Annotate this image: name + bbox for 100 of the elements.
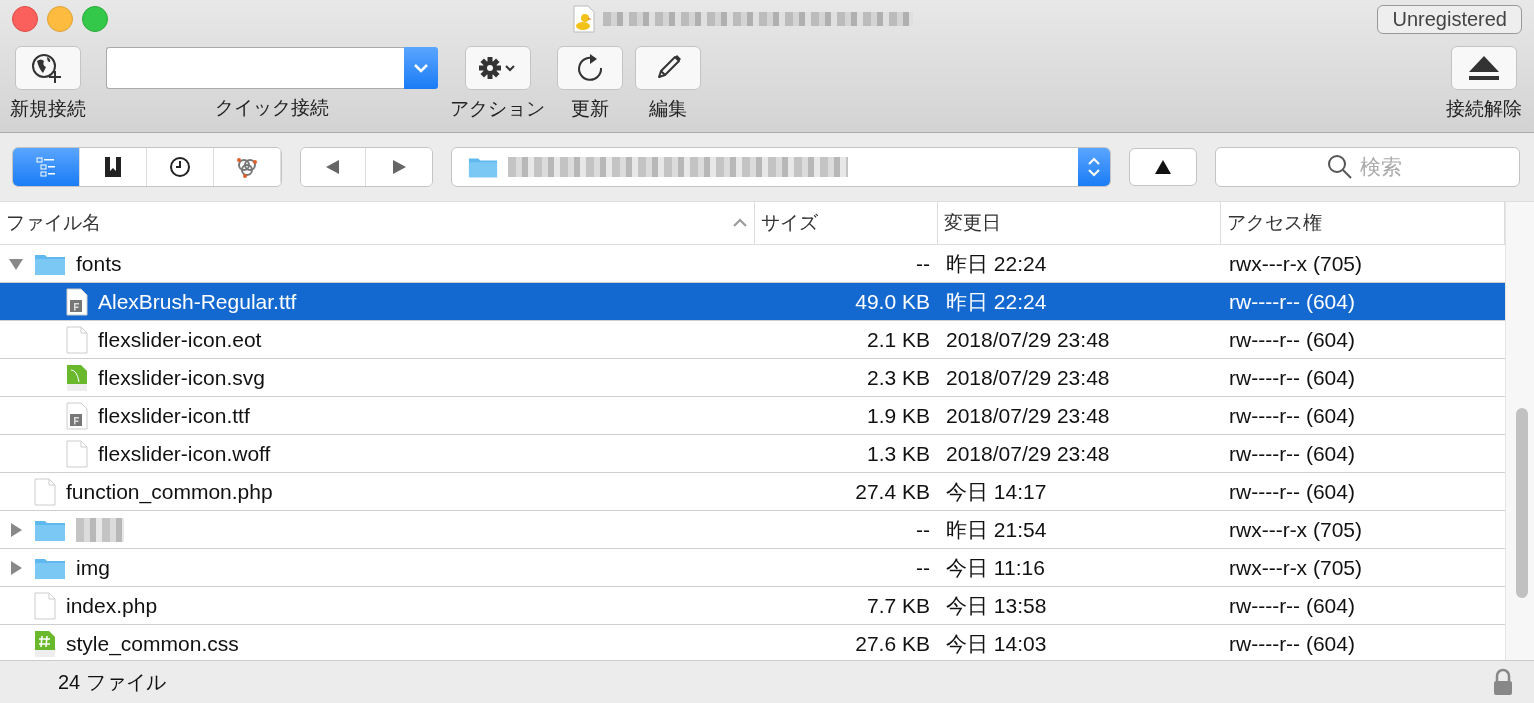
- file-row[interactable]: flexslider-icon.eot 2.1 KB 2018/07/29 23:48 rw----r-- (604): [0, 321, 1505, 359]
- permissions: rw----r-- (604): [1229, 479, 1355, 504]
- disconnect-button[interactable]: [1451, 46, 1517, 90]
- file-icon: [34, 591, 56, 620]
- file-row[interactable]: img -- 今日 11:16 rwx---r-x (705): [0, 549, 1505, 587]
- file-size: --: [916, 517, 930, 542]
- sort-ascending-icon: [732, 218, 748, 228]
- column-header[interactable]: ファイル名: [6, 210, 732, 236]
- file-name: AlexBrush-Regular.ttf: [98, 289, 297, 314]
- forward-arrow-icon: [390, 159, 407, 175]
- toolbar-label: 編集: [649, 97, 687, 121]
- refresh-icon: [575, 53, 605, 83]
- toolbar-label: 新規接続: [10, 97, 86, 121]
- lock-icon: [1492, 668, 1514, 696]
- file-size: 1.9 KB: [866, 403, 930, 428]
- unregistered-badge[interactable]: Unregistered: [1377, 4, 1522, 34]
- column-header[interactable]: 変更日: [944, 210, 1214, 236]
- modified-date: 昨日 22:24: [946, 288, 1047, 315]
- vector-file-icon: [66, 363, 88, 392]
- file-row[interactable]: function_common.php 27.4 KB 今日 14:17 rw----r-- (604): [0, 473, 1505, 511]
- permissions: rw----r-- (604): [1229, 631, 1355, 656]
- modified-date: 2018/07/29 23:48: [946, 403, 1110, 428]
- file-row[interactable]: index.php 7.7 KB 今日 13:58 rw----r-- (604): [0, 587, 1505, 625]
- permissions: rwx---r-x (705): [1229, 251, 1362, 276]
- toolbar-label: 接続解除: [1446, 97, 1522, 121]
- zoom-button[interactable]: [82, 6, 108, 32]
- permissions: rw----r-- (604): [1229, 289, 1355, 314]
- parent-folder-button[interactable]: [1129, 148, 1197, 186]
- history-icon: [169, 156, 192, 178]
- chevron-down-icon: [413, 63, 429, 73]
- modified-date: 昨日 21:54: [946, 516, 1047, 543]
- toolbar-label: 更新: [571, 97, 609, 121]
- quick-connect-dropdown-button[interactable]: [404, 47, 438, 89]
- gear-icon: [477, 56, 518, 80]
- permissions: rw----r-- (604): [1229, 593, 1355, 618]
- modified-date: 今日 11:16: [946, 554, 1045, 581]
- font-file-icon: [66, 401, 88, 430]
- file-name: flexslider-icon.svg: [98, 365, 265, 390]
- disclosure-triangle-icon[interactable]: [8, 521, 24, 538]
- back-button[interactable]: [301, 148, 367, 186]
- file-name: index.php: [66, 593, 158, 618]
- toolbar-label: アクション: [450, 97, 545, 121]
- file-icon: [34, 477, 56, 506]
- scrollbar-thumb[interactable]: [1516, 408, 1528, 598]
- close-button[interactable]: [12, 6, 38, 32]
- file-size: 2.3 KB: [866, 365, 930, 390]
- file-size: 27.4 KB: [855, 479, 930, 504]
- up-down-chevron-icon: [1086, 155, 1102, 179]
- file-name: flexslider-icon.ttf: [98, 403, 250, 428]
- file-name: img: [76, 555, 110, 580]
- modified-date: 2018/07/29 23:48: [946, 365, 1110, 390]
- file-row[interactable]: flexslider-icon.ttf 1.9 KB 2018/07/29 23:48 rw----r-- (604): [0, 397, 1505, 435]
- permissions: rw----r-- (604): [1229, 441, 1355, 466]
- file-name: fonts: [76, 251, 122, 276]
- eject-icon: [1467, 54, 1501, 82]
- toolbar-button[interactable]: [557, 46, 623, 90]
- redacted-name: [76, 517, 124, 542]
- permissions: rw----r-- (604): [1229, 327, 1355, 352]
- modified-date: 2018/07/29 23:48: [946, 327, 1110, 352]
- column-header[interactable]: アクセス権: [1227, 210, 1498, 236]
- file-size: --: [916, 555, 930, 580]
- file-row[interactable]: -- 昨日 21:54 rwx---r-x (705): [0, 511, 1505, 549]
- search-field[interactable]: 検索: [1215, 147, 1520, 187]
- bonjour-icon: [236, 156, 259, 178]
- modified-date: 昨日 22:24: [946, 250, 1047, 277]
- file-size: 2.1 KB: [866, 327, 930, 352]
- file-row[interactable]: AlexBrush-Regular.ttf 49.0 KB 昨日 22:24 rw----r-- (604): [0, 283, 1505, 321]
- permissions: rw----r-- (604): [1229, 403, 1355, 428]
- duck-document-icon: [572, 5, 595, 33]
- file-count: 24 ファイル: [58, 669, 166, 695]
- modified-date: 今日 14:03: [946, 630, 1047, 657]
- quick-connect-field[interactable]: [106, 47, 404, 89]
- file-size: 27.6 KB: [855, 631, 930, 656]
- file-icon: [66, 325, 88, 354]
- toolbar-button[interactable]: [464, 46, 531, 90]
- file-icon: [66, 439, 88, 468]
- disclosure-triangle-icon[interactable]: [8, 559, 24, 576]
- up-triangle-icon: [1154, 159, 1172, 175]
- modified-date: 今日 14:17: [946, 478, 1047, 505]
- permissions: rwx---r-x (705): [1229, 555, 1362, 580]
- file-size: 49.0 KB: [855, 289, 930, 314]
- modified-date: 2018/07/29 23:48: [946, 441, 1110, 466]
- modified-date: 今日 13:58: [946, 592, 1047, 619]
- file-name: style_common.css: [66, 631, 239, 656]
- column-header[interactable]: サイズ: [761, 210, 931, 236]
- file-name: flexslider-icon.woff: [98, 441, 271, 466]
- toolbar-button[interactable]: [15, 46, 81, 90]
- font-file-icon: [66, 287, 88, 316]
- permissions: rw----r-- (604): [1229, 365, 1355, 390]
- file-row[interactable]: flexslider-icon.svg 2.3 KB 2018/07/29 23:48 rw----r-- (604): [0, 359, 1505, 397]
- file-name: flexslider-icon.eot: [98, 327, 262, 352]
- browser-icon: [35, 156, 57, 178]
- back-arrow-icon: [325, 159, 342, 175]
- file-size: 7.7 KB: [866, 593, 930, 618]
- file-size: 1.3 KB: [866, 441, 930, 466]
- file-row[interactable]: flexslider-icon.woff 1.3 KB 2018/07/29 23:48 rw----r-- (604): [0, 435, 1505, 473]
- css-file-icon: [34, 629, 56, 658]
- path-dropdown[interactable]: [450, 147, 1111, 187]
- toolbar-button[interactable]: [635, 46, 701, 90]
- file-size: --: [916, 251, 930, 276]
